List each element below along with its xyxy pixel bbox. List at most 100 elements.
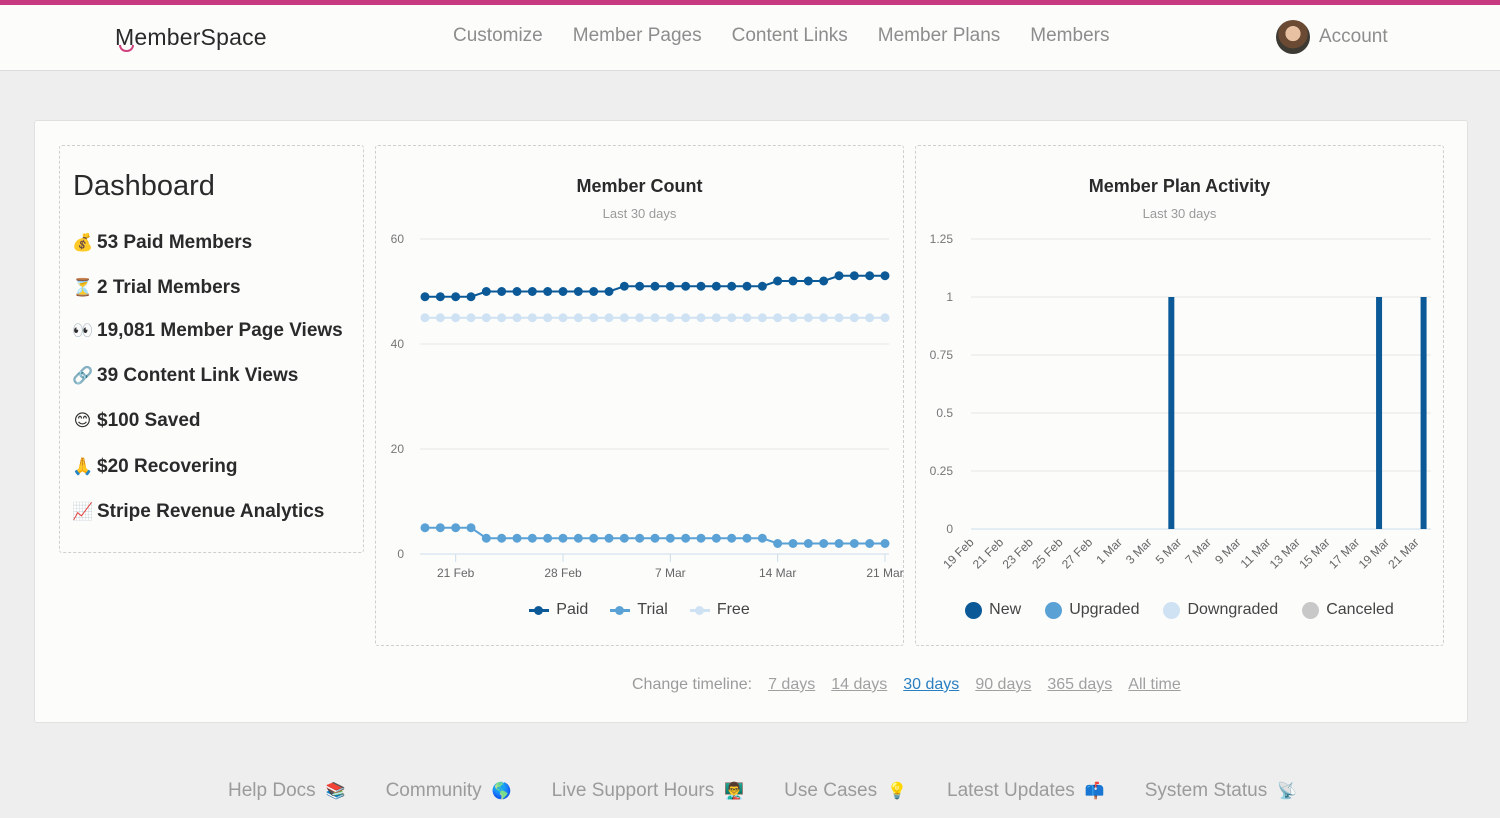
timeline-30-days[interactable]: 30 days bbox=[903, 676, 959, 694]
legend-label: Free bbox=[716, 601, 750, 618]
data-point-paid bbox=[696, 281, 706, 291]
data-point-trial bbox=[558, 533, 568, 543]
stat-paid-members: 💰 53 Paid Members bbox=[72, 232, 252, 254]
data-point-free bbox=[727, 313, 737, 323]
stat-label: 2 Trial Members bbox=[97, 277, 241, 298]
legend-item-upgraded[interactable]: Upgraded bbox=[1045, 601, 1139, 619]
legend-marker bbox=[1163, 601, 1181, 619]
nav-members[interactable]: Members bbox=[1030, 25, 1109, 47]
timeline-7-days[interactable]: 7 days bbox=[768, 676, 815, 694]
legend-marker bbox=[965, 601, 983, 619]
timeline-90-days[interactable]: 90 days bbox=[975, 676, 1031, 694]
top-nav: MemberSpace Customize Member Pages Conte… bbox=[0, 5, 1500, 71]
footer-link-label[interactable]: Latest Updates bbox=[947, 780, 1075, 802]
nav-member-plans[interactable]: Member Plans bbox=[878, 25, 1001, 47]
nav-member-pages[interactable]: Member Pages bbox=[573, 25, 702, 47]
y-tick-label: 0.5 bbox=[936, 406, 953, 420]
data-point-paid bbox=[803, 276, 813, 286]
x-tick-label: 3 Mar bbox=[1123, 535, 1155, 567]
legend-item-downgraded[interactable]: Downgraded bbox=[1163, 601, 1278, 619]
data-point-paid bbox=[711, 281, 721, 291]
footer-link-label[interactable]: Use Cases bbox=[784, 780, 877, 802]
legend-item-canceled[interactable]: Canceled bbox=[1302, 601, 1394, 619]
data-point-free bbox=[420, 313, 430, 323]
footer-help-docs[interactable]: Help Docs 📚 bbox=[228, 780, 346, 802]
data-point-paid bbox=[512, 287, 522, 296]
legend-item-new[interactable]: New bbox=[965, 601, 1021, 619]
data-point-free bbox=[527, 313, 537, 323]
legend-item-paid[interactable]: Paid bbox=[529, 601, 588, 619]
data-point-paid bbox=[527, 287, 537, 296]
dashboard-card: Dashboard 💰 53 Paid Members ⏳ 2 Trial Memb… bbox=[34, 120, 1468, 723]
legend-marker bbox=[1302, 601, 1320, 619]
data-point-trial bbox=[512, 533, 522, 543]
legend-label: Upgraded bbox=[1069, 601, 1140, 618]
data-point-paid bbox=[619, 281, 629, 291]
x-tick-label: 21 Feb bbox=[970, 535, 1007, 572]
timeline-365-days[interactable]: 365 days bbox=[1047, 676, 1112, 694]
member-plan-activity-chart: 0 0.25 0.5 0.75 1 1.25 19 Feb21 Feb23 Feb25 Fe… bbox=[930, 232, 1431, 572]
data-point-paid bbox=[773, 276, 783, 286]
data-point-paid bbox=[788, 276, 798, 286]
footer-live-support-hours[interactable]: Live Support Hours 👨‍🏫 bbox=[552, 780, 745, 802]
footer-link-label[interactable]: Community bbox=[386, 780, 482, 802]
timeline-all-time[interactable]: All time bbox=[1128, 676, 1180, 694]
footer-link-label[interactable]: Help Docs bbox=[228, 780, 316, 802]
x-tick-label: 7 Mar bbox=[655, 566, 686, 580]
y-tick-label: 60 bbox=[391, 232, 405, 246]
data-point-paid bbox=[727, 281, 737, 291]
x-tick-label: 13 Mar bbox=[1267, 535, 1303, 571]
data-point-trial bbox=[696, 533, 706, 543]
footer-use-cases[interactable]: Use Cases 💡 bbox=[784, 780, 907, 802]
x-tick-label: 1 Mar bbox=[1093, 535, 1125, 567]
footer-link-label[interactable]: System Status bbox=[1145, 780, 1268, 802]
nav-content-links[interactable]: Content Links bbox=[732, 25, 848, 47]
stat-label[interactable]: Stripe Revenue Analytics bbox=[97, 501, 324, 523]
data-point-trial bbox=[757, 533, 767, 543]
footer-link-label[interactable]: Live Support Hours bbox=[552, 780, 715, 802]
legend-item-free[interactable]: Free bbox=[689, 601, 750, 619]
data-point-paid bbox=[635, 281, 645, 291]
data-point-paid bbox=[481, 287, 491, 296]
data-point-trial bbox=[865, 539, 875, 548]
timeline-14-days[interactable]: 14 days bbox=[831, 676, 887, 694]
mailbox-icon: 📫 bbox=[1084, 783, 1105, 800]
footer-community[interactable]: Community 🌎 bbox=[386, 780, 512, 802]
y-tick-label: 0.25 bbox=[930, 464, 954, 478]
data-point-trial bbox=[481, 533, 491, 543]
data-point-free bbox=[619, 313, 629, 323]
data-point-paid bbox=[420, 292, 430, 302]
data-point-trial bbox=[573, 533, 583, 543]
data-point-free bbox=[604, 313, 614, 323]
data-point-paid bbox=[650, 281, 660, 291]
money-bag-icon: 💰 bbox=[72, 233, 94, 252]
nav-customize[interactable]: Customize bbox=[453, 25, 543, 47]
data-point-free bbox=[543, 313, 553, 323]
avatar[interactable] bbox=[1276, 20, 1310, 54]
data-point-trial bbox=[604, 533, 614, 543]
teacher-icon: 👨‍🏫 bbox=[724, 783, 745, 800]
x-tick-label: 23 Feb bbox=[1000, 535, 1037, 572]
stat-content-link-views: 🔗 39 Content Link Views bbox=[72, 365, 298, 387]
account-label[interactable]: Account bbox=[1319, 26, 1388, 48]
logo[interactable]: MemberSpace bbox=[115, 24, 267, 51]
y-tick-label: 0.75 bbox=[930, 348, 954, 362]
stat-trial-members: ⏳ 2 Trial Members bbox=[72, 277, 241, 299]
stripe-revenue-analytics-link[interactable]: 📈 Stripe Revenue Analytics bbox=[72, 501, 324, 523]
data-point-paid bbox=[451, 292, 461, 302]
data-point-trial bbox=[543, 533, 553, 543]
data-point-free bbox=[681, 313, 691, 323]
satellite-icon: 📡 bbox=[1277, 783, 1298, 800]
account-menu[interactable]: Account bbox=[1276, 20, 1388, 54]
bar-new bbox=[1420, 297, 1427, 529]
data-point-trial bbox=[589, 533, 599, 543]
data-point-free bbox=[497, 313, 507, 323]
data-point-free bbox=[757, 313, 767, 323]
legend-item-trial[interactable]: Trial bbox=[610, 601, 668, 619]
data-point-free bbox=[711, 313, 721, 323]
logo-text: MemberSpace bbox=[115, 24, 267, 50]
data-point-trial bbox=[527, 533, 537, 543]
footer-latest-updates[interactable]: Latest Updates 📫 bbox=[947, 780, 1105, 802]
footer-system-status[interactable]: System Status 📡 bbox=[1145, 780, 1297, 802]
x-tick-label: 28 Feb bbox=[544, 566, 582, 580]
